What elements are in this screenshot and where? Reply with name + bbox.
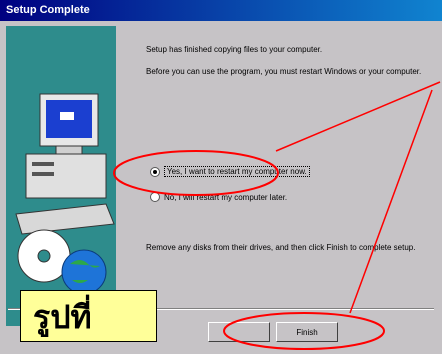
- annotation-overlay: [113, 81, 441, 350]
- highlight-ellipse-restart-now: [113, 150, 279, 196]
- pointer-line-upper: [275, 81, 441, 152]
- highlight-ellipse-finish: [223, 312, 385, 350]
- pointer-line-lower: [349, 89, 433, 314]
